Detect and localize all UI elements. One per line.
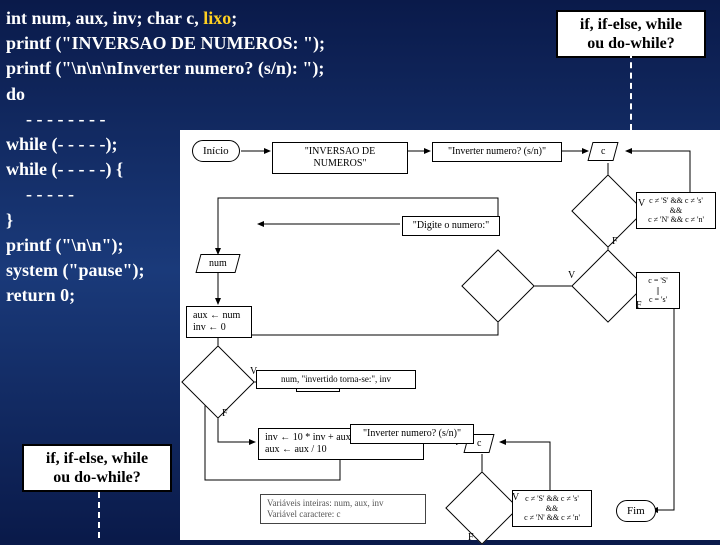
flow-decision-aux [192,356,244,408]
flow-assign-aux-num: aux ← num inv ← 0 [186,306,252,338]
flow-decision-validate [582,185,634,237]
code-line-4: do [6,82,346,107]
flowchart-area: Início "INVERSAO DE NUMEROS" "Inverter n… [180,130,720,540]
flow-msg-digite: "Digite o numero:" [402,216,500,236]
flow-decision-continue [582,260,634,312]
code-line-5: - - - - - - - - [6,107,346,132]
caption-bottom: if, if-else, while ou do-while? [22,444,172,492]
code-line-3: printf ("\n\n\nInverter numero? (s/n): "… [6,56,346,81]
flow-cond-again: c ≠ 'S' && c ≠ 's' && c ≠ 'N' && c ≠ 'n' [512,490,592,527]
label-v-1: V [638,198,645,209]
flow-io-c: c [587,142,619,161]
flow-msg-inverter-q2: "Inverter numero? (s/n)" [350,424,474,444]
flow-io-num: num [195,254,240,273]
flow-msg-inversao: "INVERSAO DE NUMEROS" [272,142,408,174]
highlight-lixo: lixo [203,8,231,28]
code-line-2: printf ("INVERSAO DE NUMEROS: "); [6,31,346,56]
flow-msg-inverter-q: "Inverter numero? (s/n)" [432,142,562,162]
flow-terminal-inicio: Início [192,140,240,162]
flow-cond-continue: c = 'S' || c = 's' [636,272,680,309]
flow-declarations: Variáveis inteiras: num, aux, inv Variáv… [260,494,426,524]
flow-msg-resultado: num, "invertido torna-se:", inv [256,370,416,389]
flow-decision-again [456,482,508,534]
dashed-connector-top [630,52,632,130]
label-f-2: F [636,300,642,311]
flow-junction-1 [472,260,524,312]
label-v-2: V [568,270,575,281]
flow-cond-validate: c ≠ 'S' && c ≠ 's' && c ≠ 'N' && c ≠ 'n' [636,192,716,229]
label-f-1: F [612,236,618,247]
label-f-4: F [468,532,474,543]
code-line-1: int num, aux, inv; char c, lixo; [6,6,346,31]
label-f-3: F [222,408,228,419]
label-v-4: V [512,492,519,503]
flow-terminal-fim: Fim [616,500,656,522]
dashed-connector-bottom [98,492,100,538]
